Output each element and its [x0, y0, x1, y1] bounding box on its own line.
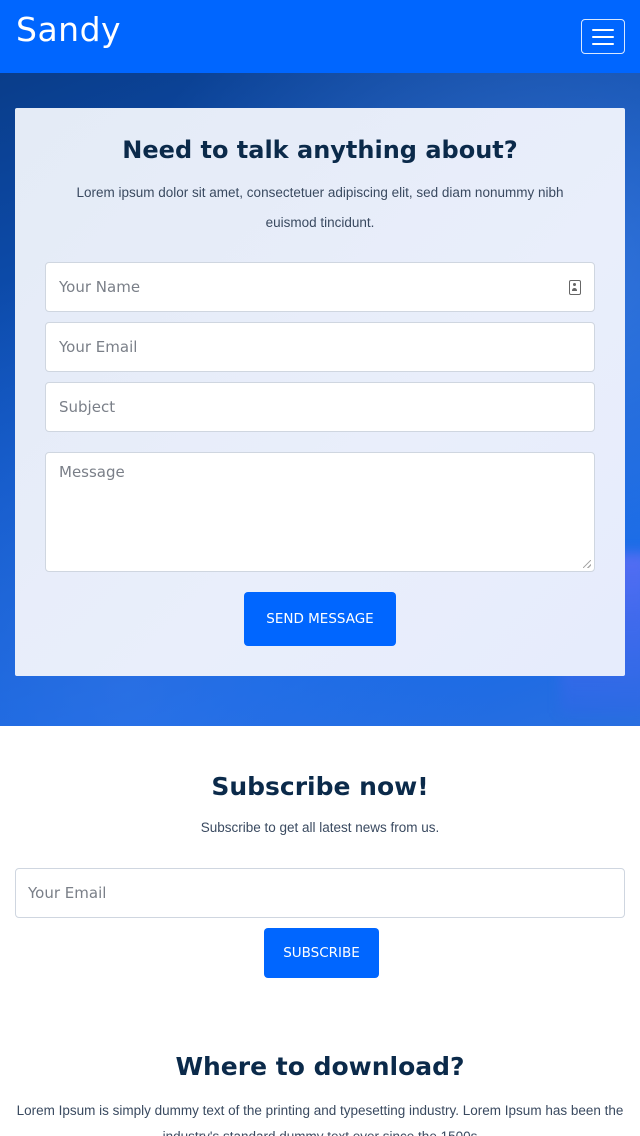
resize-grip-icon[interactable]	[583, 560, 591, 568]
send-message-button[interactable]: Send Message	[244, 592, 396, 646]
download-description: Lorem Ipsum is simply dummy text of the …	[16, 1103, 624, 1136]
hamburger-menu-icon	[592, 28, 614, 31]
message-textarea[interactable]	[45, 452, 595, 572]
download-title: Where to download?	[175, 1052, 465, 1081]
contact-title: Need to talk anything about?	[122, 136, 518, 164]
hamburger-menu-icon	[592, 35, 614, 38]
contact-card-icon[interactable]	[569, 280, 581, 295]
contact-description: Lorem ipsum dolor sit amet, consectetuer…	[76, 185, 564, 230]
subscribe-email-input[interactable]	[15, 868, 625, 918]
hamburger-menu-icon	[592, 42, 614, 45]
subscribe-title: Subscribe now!	[211, 772, 429, 801]
contact-section: Need to talk anything about? Lorem ipsum…	[0, 73, 640, 726]
subscribe-button[interactable]: Subscribe	[264, 928, 379, 978]
email-input[interactable]	[45, 322, 595, 372]
name-input[interactable]	[45, 262, 595, 312]
contact-card: Need to talk anything about? Lorem ipsum…	[15, 108, 625, 676]
menu-toggle-button[interactable]	[581, 19, 625, 54]
subject-input[interactable]	[45, 382, 595, 432]
brand-logo[interactable]: Sandy	[16, 10, 121, 49]
top-navbar: Sandy	[0, 0, 640, 73]
subscribe-description: Subscribe to get all latest news from us…	[200, 820, 440, 835]
